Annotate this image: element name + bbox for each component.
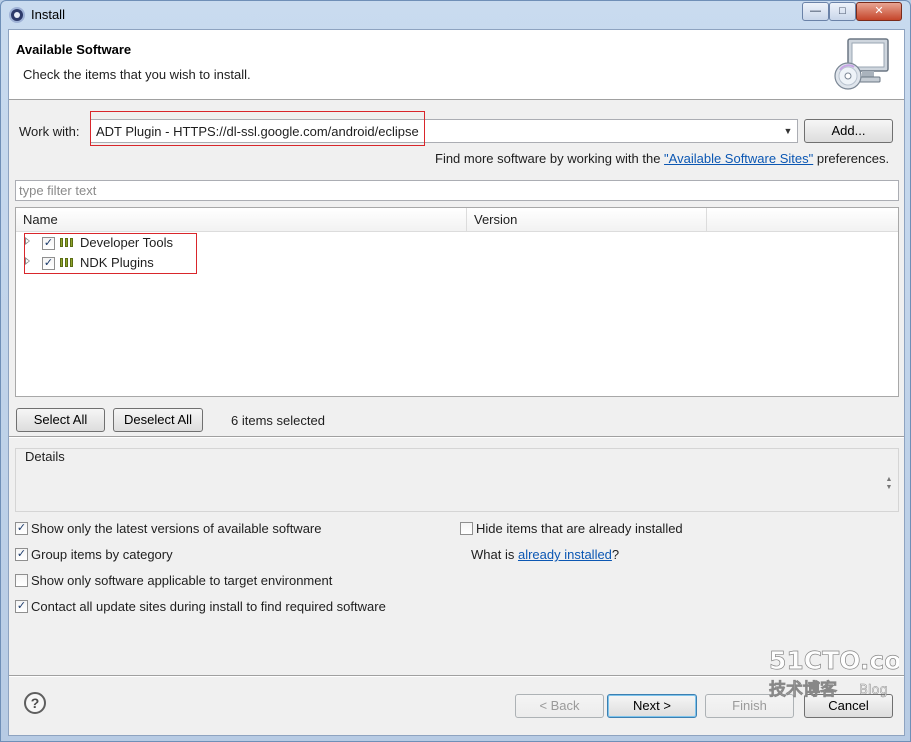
ndk-plugins-label: NDK Plugins [80, 255, 154, 270]
dialog-content: Available Software Check the items that … [8, 29, 905, 736]
tree-row-developer-tools[interactable]: ✓ Developer Tools [16, 233, 898, 253]
show-latest-label: Show only the latest versions of availab… [31, 521, 322, 536]
scroll-arrows-icon[interactable]: ▲ ▼ [884, 476, 894, 494]
hide-installed-checkbox[interactable] [460, 522, 473, 535]
install-cd-monitor-icon [834, 38, 889, 90]
what-is-prefix: What is [471, 547, 518, 562]
add-site-button[interactable]: Add... [804, 119, 893, 143]
next-button[interactable]: Next > [607, 694, 697, 718]
details-text-area[interactable] [17, 466, 897, 510]
developer-tools-label: Developer Tools [80, 235, 173, 250]
maximize-button[interactable]: □ [829, 2, 856, 21]
separator [9, 436, 904, 438]
available-software-sites-link[interactable]: "Available Software Sites" [664, 151, 813, 166]
chevron-down-icon[interactable]: ▼ [779, 120, 797, 142]
group-by-category-checkbox[interactable]: ✓ [15, 548, 28, 561]
work-with-combo[interactable]: ADT Plugin - HTTPS://dl-ssl.google.com/a… [90, 119, 798, 143]
close-button[interactable]: ✕ [856, 2, 902, 21]
back-button[interactable]: < Back [515, 694, 604, 718]
title-bar[interactable]: Install — □ ✕ [1, 1, 910, 29]
already-installed-link[interactable]: already installed [518, 547, 612, 562]
what-is-installed: What is already installed? [471, 547, 619, 562]
work-with-value: ADT Plugin - HTTPS://dl-ssl.google.com/a… [96, 124, 419, 139]
show-applicable-label: Show only software applicable to target … [31, 573, 333, 588]
show-latest-checkbox[interactable]: ✓ [15, 522, 28, 535]
window-title: Install [31, 7, 65, 22]
category-icon [60, 258, 74, 267]
page-description: Check the items that you wish to install… [23, 67, 251, 82]
deselect-all-button[interactable]: Deselect All [113, 408, 203, 432]
help-icon[interactable]: ? [24, 692, 46, 714]
cancel-button[interactable]: Cancel [804, 694, 893, 718]
show-applicable-checkbox[interactable] [15, 574, 28, 587]
selection-status: 6 items selected [231, 413, 325, 428]
select-all-button[interactable]: Select All [16, 408, 105, 432]
column-name[interactable]: Name [16, 208, 467, 231]
ndk-plugins-checkbox[interactable]: ✓ [42, 257, 55, 270]
column-version[interactable]: Version [467, 208, 707, 231]
contact-update-sites-checkbox[interactable]: ✓ [15, 600, 28, 613]
category-icon [60, 238, 74, 247]
minimize-button[interactable]: — [802, 2, 829, 21]
hide-installed-label: Hide items that are already installed [476, 521, 683, 536]
hint-prefix: Find more software by working with the [435, 151, 665, 166]
group-by-category-label: Group items by category [31, 547, 173, 562]
expand-arrow-icon[interactable] [25, 257, 30, 265]
developer-tools-checkbox[interactable]: ✓ [42, 237, 55, 250]
contact-update-sites-label: Contact all update sites during install … [31, 599, 386, 614]
filter-input[interactable] [16, 181, 898, 200]
expand-arrow-icon[interactable] [25, 237, 30, 245]
finish-button[interactable]: Finish [705, 694, 794, 718]
tree-row-ndk-plugins[interactable]: ✓ NDK Plugins [16, 253, 898, 273]
available-sites-hint: Find more software by working with the "… [435, 151, 889, 166]
eclipse-icon [9, 7, 25, 23]
wizard-header: Available Software Check the items that … [9, 30, 904, 100]
page-title: Available Software [16, 42, 132, 57]
tree-header: Name Version [16, 208, 898, 232]
what-is-suffix: ? [611, 547, 620, 562]
filter-field[interactable] [15, 180, 899, 201]
work-with-label: Work with: [19, 124, 80, 139]
install-dialog: Install — □ ✕ Available Software Check t… [0, 0, 911, 742]
hint-suffix: preferences. [813, 151, 890, 166]
software-tree[interactable]: Name Version ✓ Developer Tools ✓ NDK Plu… [15, 207, 899, 397]
footer-separator [9, 675, 904, 677]
details-legend: Details [23, 449, 67, 464]
